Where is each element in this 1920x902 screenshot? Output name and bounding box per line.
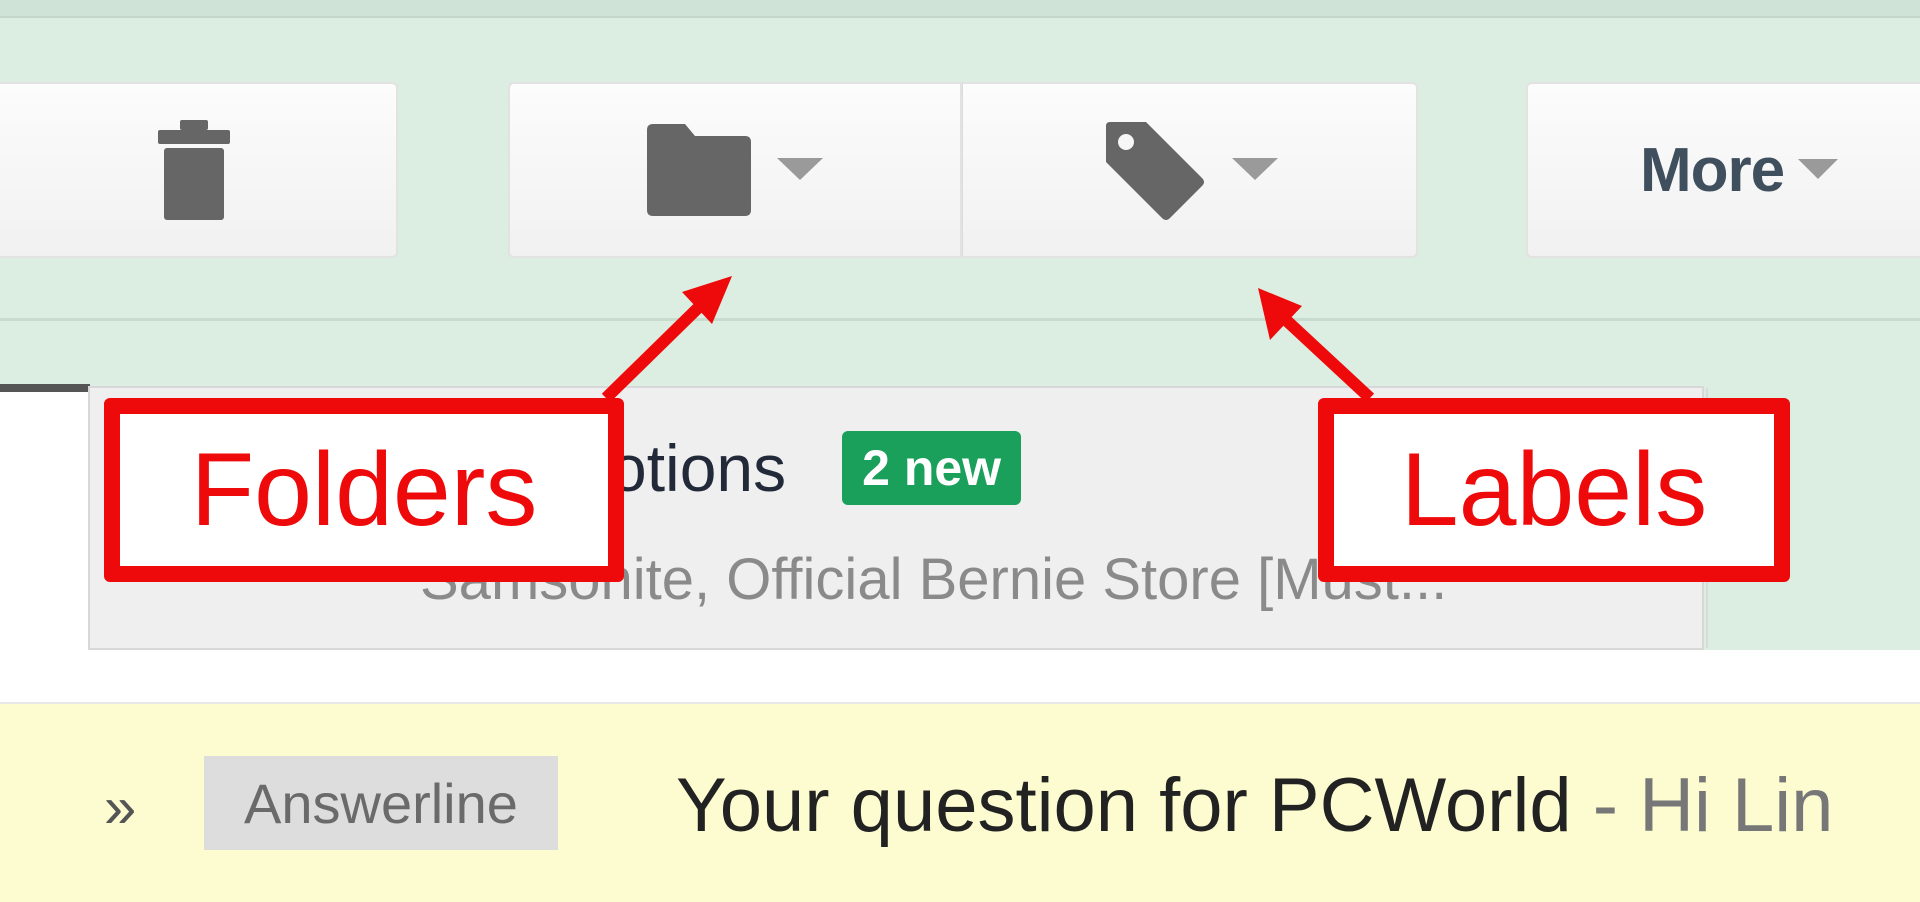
top-band <box>0 0 1920 18</box>
email-snippet: - Hi Lin <box>1571 763 1834 848</box>
email-subject-line: Your question for PCWorld - Hi Lin <box>676 762 1833 849</box>
importance-marker[interactable]: » <box>104 774 136 841</box>
folders-callout-label: Folders <box>190 431 538 548</box>
promotions-tab-title-row: otions 2 new <box>610 430 1022 506</box>
more-button[interactable]: More <box>1526 82 1920 258</box>
folder-icon <box>647 124 751 216</box>
list-separator <box>0 650 1920 704</box>
toolbar-divider <box>0 318 1920 321</box>
tag-icon <box>1102 120 1206 220</box>
more-label: More <box>1640 135 1785 205</box>
move-to-folder-button[interactable] <box>508 82 962 258</box>
chevron-down-icon <box>777 158 823 182</box>
chevron-down-icon <box>1231 158 1278 182</box>
delete-button[interactable] <box>0 82 398 258</box>
label-chip[interactable]: Answerline <box>204 756 558 850</box>
email-subject: Your question for PCWorld <box>676 763 1572 848</box>
promotions-tab-title: otions <box>610 431 787 505</box>
labels-button[interactable] <box>962 82 1418 258</box>
folders-callout: Folders <box>104 398 624 582</box>
labels-callout-label: Labels <box>1400 431 1708 548</box>
new-count-badge: 2 new <box>842 431 1022 505</box>
trash-icon <box>154 120 234 220</box>
email-row[interactable]: » Answerline Your question for PCWorld -… <box>0 704 1920 902</box>
chevron-down-icon <box>1798 159 1839 181</box>
labels-callout: Labels <box>1318 398 1790 582</box>
